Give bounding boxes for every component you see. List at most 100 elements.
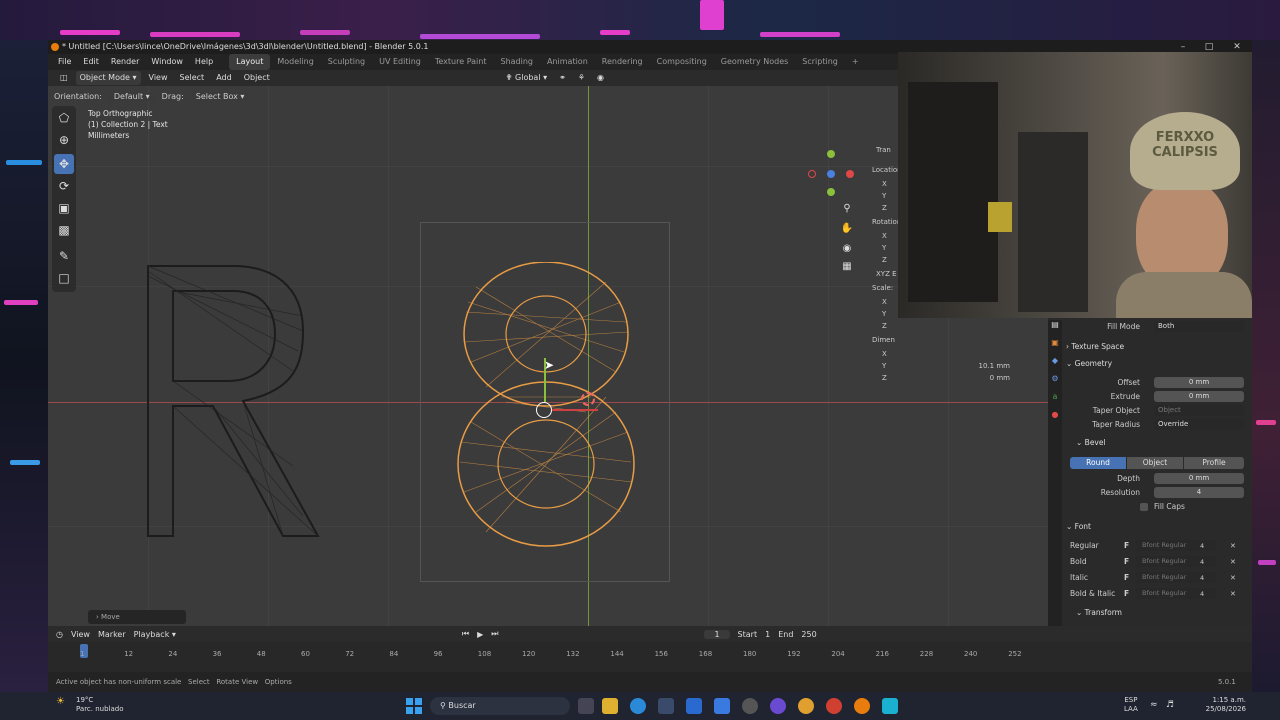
render-tab-icon[interactable]: ▣	[1050, 338, 1060, 348]
font-bold-unlink-icon[interactable]: ✕	[1230, 555, 1236, 569]
settings-icon[interactable]	[742, 698, 758, 714]
timeline-view-menu[interactable]: View	[71, 630, 90, 639]
annotate-tool-icon[interactable]: ✎	[54, 246, 74, 266]
chrome-icon[interactable]	[798, 698, 814, 714]
font-regular-unlink-icon[interactable]: ✕	[1230, 539, 1236, 553]
transform-orientation-dropdown[interactable]: ✟ Global ▾	[502, 71, 551, 85]
object-menu[interactable]: Object	[240, 71, 274, 85]
measure-tool-icon[interactable]: □	[54, 268, 74, 288]
pan-hand-icon[interactable]: ✋	[840, 222, 854, 236]
object-tab-icon[interactable]: ◆	[1050, 356, 1060, 366]
bevel-object-button[interactable]: Object	[1127, 457, 1183, 469]
workspace-tab-shading[interactable]: Shading	[493, 54, 540, 70]
resolution-field[interactable]: 4	[1154, 487, 1244, 498]
font-italic-unlink-icon[interactable]: ✕	[1230, 571, 1236, 585]
rotation-mode-dropdown[interactable]: XYZ E	[876, 270, 897, 278]
add-workspace-button[interactable]: +	[845, 54, 866, 70]
file-explorer-icon[interactable]	[602, 698, 618, 714]
object-origin-icon[interactable]	[536, 402, 552, 418]
workspace-tab-sculpting[interactable]: Sculpting	[321, 54, 372, 70]
jump-start-button[interactable]: ⏮	[462, 629, 469, 639]
transform-section[interactable]: ⌄ Transform	[1076, 606, 1122, 620]
jump-end-button[interactable]: ⏭	[491, 629, 498, 639]
font-section[interactable]: ⌄ Font	[1066, 520, 1091, 534]
rotate-tool-icon[interactable]: ⟳	[54, 176, 74, 196]
menu-window[interactable]: Window	[145, 54, 189, 70]
workspace-tab-layout[interactable]: Layout	[229, 54, 271, 70]
select-menu[interactable]: Select	[176, 71, 209, 85]
outlook-icon[interactable]	[714, 698, 730, 714]
store-icon[interactable]	[658, 698, 674, 714]
scale-tool-icon[interactable]: ▣	[54, 198, 74, 218]
taper-radius-dropdown[interactable]: Override	[1154, 419, 1244, 430]
sidebar-tab-label[interactable]: Tran	[876, 146, 891, 154]
material-tab-icon[interactable]: ●	[1050, 410, 1060, 420]
volume-icon[interactable]: ♬	[1166, 700, 1174, 710]
bevel-section[interactable]: ⌄ Bevel	[1076, 436, 1106, 450]
timeline-editor-icon[interactable]: ◷	[56, 630, 63, 639]
move-tool-icon[interactable]: ✥	[54, 154, 74, 174]
workspace-tab-scripting[interactable]: Scripting	[795, 54, 845, 70]
app-arrow-icon[interactable]	[882, 698, 898, 714]
dimension-z-field[interactable]: 0 mm	[962, 374, 1010, 382]
workspace-tab-animation[interactable]: Animation	[540, 54, 595, 70]
texture-space-section[interactable]: › Texture Space	[1066, 340, 1124, 354]
letter-r-object[interactable]	[143, 256, 328, 546]
geometry-section[interactable]: ⌄ Geometry	[1066, 357, 1112, 371]
blender-taskbar-icon[interactable]	[854, 698, 870, 714]
workspace-tab-compositing[interactable]: Compositing	[650, 54, 714, 70]
language-indicator[interactable]: ESP LAA	[1124, 696, 1138, 714]
edge-icon[interactable]	[630, 698, 646, 714]
dimension-y-field[interactable]: 10.1 mm	[962, 362, 1010, 370]
menu-edit[interactable]: Edit	[77, 54, 105, 70]
transform-tool-icon[interactable]: ▩	[54, 220, 74, 240]
snap-icon[interactable]: ⚘	[574, 71, 589, 85]
play-button[interactable]: ▶	[477, 630, 483, 639]
task-view-icon[interactable]	[578, 698, 594, 714]
start-field[interactable]: 1	[765, 630, 770, 639]
proportional-edit-icon[interactable]: ◉	[593, 71, 608, 85]
data-tab-icon[interactable]: a	[1050, 392, 1060, 402]
timeline-playback-menu[interactable]: Playback ▾	[134, 630, 176, 639]
fill-mode-dropdown[interactable]: Both	[1154, 321, 1244, 332]
clock[interactable]: 1:15 a.m. 25/08/2026	[1196, 696, 1246, 714]
depth-field[interactable]: 0 mm	[1154, 473, 1244, 484]
menu-file[interactable]: File	[52, 54, 77, 70]
workspace-tab-uv-editing[interactable]: UV Editing	[372, 54, 428, 70]
taper-object-field[interactable]: Object	[1154, 405, 1244, 416]
camera-view-icon[interactable]: ◉	[840, 242, 854, 256]
workspace-tab-texture-paint[interactable]: Texture Paint	[428, 54, 494, 70]
move-gizmo-x-arrow[interactable]	[552, 409, 598, 411]
last-operator-panel[interactable]: › Move	[88, 610, 186, 624]
bevel-profile-button[interactable]: Profile	[1184, 457, 1244, 469]
end-field[interactable]: 250	[801, 630, 816, 639]
drag-dropdown[interactable]: Select Box ▾	[189, 91, 251, 101]
current-frame-field[interactable]: 1	[704, 629, 730, 639]
grid-view-icon[interactable]: ▦	[840, 260, 854, 274]
tool-tab-icon[interactable]: ▤	[1050, 320, 1060, 330]
chrome-alt-icon[interactable]	[826, 698, 842, 714]
modifier-tab-icon[interactable]: ⚙	[1050, 374, 1060, 384]
fill-caps-checkbox[interactable]	[1140, 503, 1148, 511]
start-button[interactable]	[406, 698, 422, 714]
workspace-tab-rendering[interactable]: Rendering	[595, 54, 650, 70]
discord-icon[interactable]	[770, 698, 786, 714]
select-box-tool-icon[interactable]: ⬠	[54, 108, 74, 128]
editor-type-icon[interactable]: ◫	[56, 71, 72, 85]
menu-help[interactable]: Help	[189, 54, 219, 70]
weather-widget[interactable]: 19°C Parc. nublado	[76, 696, 124, 714]
zoom-icon[interactable]: ⚲	[840, 202, 854, 216]
offset-field[interactable]: 0 mm	[1154, 377, 1244, 388]
cursor-tool-icon[interactable]: ⊕	[54, 130, 74, 150]
app-icon[interactable]	[686, 698, 702, 714]
workspace-tab-modeling[interactable]: Modeling	[270, 54, 320, 70]
mode-dropdown[interactable]: Object Mode ▾	[75, 71, 141, 85]
view-menu[interactable]: View	[145, 71, 172, 85]
timeline-marker-menu[interactable]: Marker	[98, 630, 126, 639]
network-icon[interactable]: ≈	[1150, 700, 1158, 710]
search-box[interactable]: ⚲ Buscar	[430, 697, 570, 715]
add-menu[interactable]: Add	[212, 71, 236, 85]
bevel-round-button[interactable]: Round	[1070, 457, 1126, 469]
menu-render[interactable]: Render	[105, 54, 145, 70]
pivot-icon[interactable]: ⚭	[555, 71, 570, 85]
